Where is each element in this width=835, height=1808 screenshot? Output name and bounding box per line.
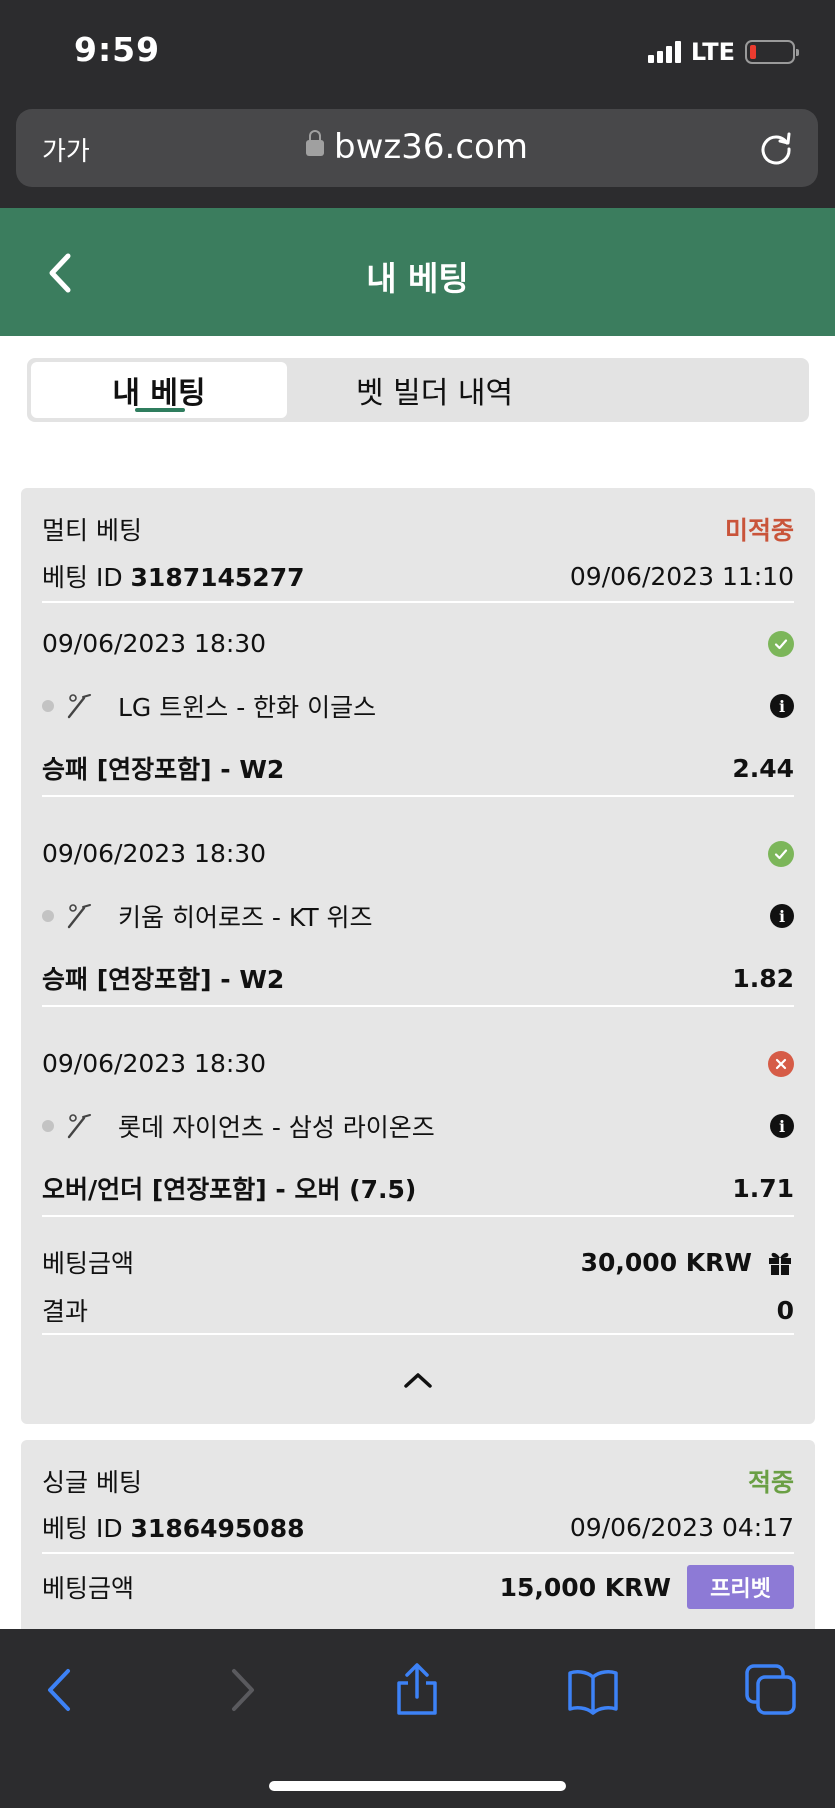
bet-id: 3187145277 xyxy=(130,563,305,592)
market-name: 오버/언더 [연장포함] - 오버 (7.5) xyxy=(42,1175,417,1204)
selection-match: 키움 히어로즈 - KT 위즈 i xyxy=(42,898,794,934)
bet-id-label: 베팅 ID xyxy=(42,563,123,592)
gift-icon xyxy=(769,1252,791,1275)
baseball-icon xyxy=(67,694,91,719)
browser-toolbar xyxy=(0,1629,835,1808)
status-bar: 9:59 LTE xyxy=(0,0,835,100)
app-header: 내 베팅 xyxy=(0,208,835,336)
odds: 1.71 xyxy=(732,1173,794,1203)
bet-id-label: 베팅 ID xyxy=(42,1514,123,1543)
share-icon[interactable] xyxy=(390,1663,444,1717)
odds: 2.44 xyxy=(732,753,794,783)
selection-match: 롯데 자이언츠 - 삼성 라이온즈 i xyxy=(42,1108,794,1144)
tab-bet-builder-history[interactable]: 벳 빌더 내역 xyxy=(292,362,572,418)
page-title: 내 베팅 xyxy=(366,259,469,298)
match-name: 키움 히어로즈 - KT 위즈 xyxy=(118,903,373,932)
bet-card-single[interactable]: 싱글 베팅 적중 베팅 ID 3186495088 09/06/2023 04:… xyxy=(21,1440,815,1629)
selection-header: 09/06/2023 18:30 xyxy=(42,629,794,658)
check-icon xyxy=(768,630,794,657)
info-icon[interactable]: i xyxy=(770,904,794,928)
selection-market-row: 오버/언더 [연장포함] - 오버 (7.5) 1.71 xyxy=(42,1170,794,1206)
selection-match: LG 트윈스 - 한화 이글스 i xyxy=(42,688,794,724)
bet-status: 미적중 xyxy=(724,516,794,545)
baseball-icon xyxy=(67,904,91,929)
main-content[interactable]: 내 베팅 벳 빌더 내역 멀티 베팅 미적중 베팅 ID 3187145277 … xyxy=(0,336,835,1629)
info-icon[interactable]: i xyxy=(770,694,794,718)
tab-bar: 내 베팅 벳 빌더 내역 xyxy=(27,358,809,422)
stake-amount: 30,000 KRW xyxy=(580,1247,752,1277)
status-indicators: LTE xyxy=(647,38,799,66)
reload-icon[interactable] xyxy=(756,127,796,167)
tab-my-bets[interactable]: 내 베팅 xyxy=(31,362,287,418)
selection-datetime: 09/06/2023 18:30 xyxy=(42,629,267,658)
selection-header: 09/06/2023 18:30 xyxy=(42,839,794,868)
stake-row: 베팅금액 30,000 KRW xyxy=(42,1244,794,1280)
address-bar[interactable]: 가가 bwz36.com xyxy=(16,109,818,187)
result-row: 결과 0 xyxy=(42,1292,794,1328)
baseball-icon xyxy=(67,1114,91,1139)
status-dot xyxy=(42,1120,54,1132)
selection-datetime: 09/06/2023 18:30 xyxy=(42,839,267,868)
stake-amount: 15,000 KRW xyxy=(499,1572,671,1602)
result-value: 0 xyxy=(776,1295,794,1325)
stake-row: 베팅금액 15,000 KRW 프리벳 xyxy=(42,1565,794,1609)
match-name: 롯데 자이언츠 - 삼성 라이온즈 xyxy=(118,1113,435,1142)
selection-header: 09/06/2023 18:30 xyxy=(42,1049,794,1078)
market-name: 승패 [연장포함] - W2 xyxy=(42,965,285,994)
bet-placed-at: 09/06/2023 11:10 xyxy=(569,561,794,591)
url-field[interactable]: bwz36.com xyxy=(16,127,818,167)
bet-card-header: 싱글 베팅 적중 xyxy=(42,1463,794,1499)
stake-label: 베팅금액 xyxy=(42,1249,135,1278)
market-name: 승패 [연장포함] - W2 xyxy=(42,755,285,784)
signal-icon xyxy=(647,41,681,63)
bet-type: 멀티 베팅 xyxy=(42,516,142,545)
match-name: LG 트윈스 - 한화 이글스 xyxy=(118,693,377,722)
tabs-icon[interactable] xyxy=(744,1663,798,1717)
url-text: bwz36.com xyxy=(334,127,528,167)
forward-icon[interactable] xyxy=(214,1663,268,1717)
selection-market-row: 승패 [연장포함] - W2 2.44 xyxy=(42,750,794,786)
lock-icon xyxy=(306,130,325,156)
battery-icon xyxy=(745,40,799,64)
bookmarks-icon[interactable] xyxy=(566,1663,620,1717)
selection-datetime: 09/06/2023 18:30 xyxy=(42,1049,267,1078)
result-label: 결과 xyxy=(42,1297,89,1326)
selection-market-row: 승패 [연장포함] - W2 1.82 xyxy=(42,960,794,996)
status-dot xyxy=(42,910,54,922)
network-label: LTE xyxy=(690,38,735,66)
info-icon[interactable]: i xyxy=(770,1114,794,1138)
check-icon xyxy=(768,840,794,867)
home-indicator xyxy=(269,1781,566,1791)
x-icon xyxy=(768,1050,794,1077)
freebet-badge: 프리벳 xyxy=(687,1565,794,1609)
bet-type: 싱글 베팅 xyxy=(42,1468,142,1497)
bet-card-multi[interactable]: 멀티 베팅 미적중 베팅 ID 3187145277 09/06/2023 11… xyxy=(21,488,815,1424)
bet-card-header: 멀티 베팅 미적중 xyxy=(42,511,794,547)
bet-id-row: 베팅 ID 3186495088 09/06/2023 04:17 xyxy=(42,1509,794,1545)
bet-id-row: 베팅 ID 3187145277 09/06/2023 11:10 xyxy=(42,558,794,594)
odds: 1.82 xyxy=(732,963,794,993)
status-dot xyxy=(42,700,54,712)
bet-id: 3186495088 xyxy=(130,1514,305,1543)
back-icon[interactable] xyxy=(34,1663,88,1717)
chevron-up-icon[interactable] xyxy=(401,1368,435,1392)
bet-status: 적중 xyxy=(747,1468,794,1497)
bet-placed-at: 09/06/2023 04:17 xyxy=(569,1512,794,1542)
stake-label: 베팅금액 xyxy=(42,1574,135,1603)
status-time: 9:59 xyxy=(74,30,161,69)
